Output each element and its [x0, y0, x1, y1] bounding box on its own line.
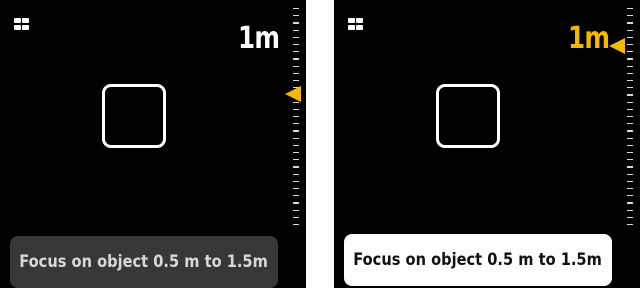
ruler-tick [293, 144, 299, 147]
ruler-tick [293, 29, 299, 31]
ruler-tick [293, 159, 299, 161]
ruler-tick [627, 209, 633, 211]
ruler-tick [627, 8, 633, 10]
ruler-tick [293, 216, 299, 219]
distance-ruler[interactable] [284, 0, 306, 288]
distance-label: 1m [567, 21, 610, 56]
triangle-left-icon[interactable] [609, 38, 625, 54]
ruler-tick [293, 173, 299, 175]
focus-hint-text: Focus on object 0.5 m to 1.5m [19, 252, 269, 272]
ruler-tick [627, 87, 633, 89]
grid-cell [14, 25, 21, 30]
triangle-left-icon[interactable] [285, 86, 301, 102]
ruler-tick [627, 173, 633, 175]
ruler-tick [627, 180, 633, 183]
ruler-tick [293, 130, 299, 132]
grid-cell [14, 18, 21, 23]
ruler-tick [627, 29, 633, 31]
ruler-tick [293, 51, 299, 53]
ruler-tick [293, 152, 299, 154]
comparison-stage: 1m Focus on object 0.5 m to 1.5m 1m Focu… [0, 0, 640, 288]
ruler-tick [293, 72, 299, 75]
focus-frame [102, 84, 166, 148]
ruler-tick [627, 15, 633, 17]
ruler-tick [627, 188, 633, 190]
ruler-tick [293, 65, 299, 67]
ruler-tick [627, 224, 633, 226]
ruler-tick [627, 94, 633, 96]
ruler-tick [293, 224, 299, 226]
grid-cell [22, 18, 29, 23]
ruler-tick [293, 58, 299, 60]
ruler-tick [293, 108, 299, 111]
ruler-tick [627, 22, 633, 24]
ruler-tick [627, 144, 633, 147]
grid-icon[interactable] [348, 18, 363, 30]
ruler-tick [627, 137, 633, 139]
ruler-tick [293, 36, 299, 39]
grid-cell [348, 18, 355, 23]
ruler-tick [293, 80, 299, 82]
ruler-tick [293, 166, 299, 168]
ruler-tick [293, 195, 299, 197]
ruler-tick [293, 8, 299, 10]
grid-cell [348, 25, 355, 30]
ruler-tick [627, 72, 633, 75]
ruler-tick [627, 51, 633, 53]
ruler-tick [293, 15, 299, 17]
distance-label: 1m [237, 21, 280, 56]
ruler-tick [293, 202, 299, 204]
grid-cell [356, 25, 363, 30]
ruler-tick [627, 159, 633, 161]
ruler-tick [627, 116, 633, 118]
grid-cell [22, 25, 29, 30]
focus-hint-banner: Focus on object 0.5 m to 1.5m [344, 234, 612, 286]
ruler-tick [627, 101, 633, 103]
focus-hint-text: Focus on object 0.5 m to 1.5m [353, 250, 603, 270]
ruler-tick [627, 130, 633, 132]
ruler-tick [293, 209, 299, 211]
ruler-tick [627, 216, 633, 219]
ruler-tick [627, 58, 633, 60]
grid-cell [356, 18, 363, 23]
ruler-tick [293, 22, 299, 24]
ruler-tick [627, 195, 633, 197]
ruler-tick [293, 44, 299, 46]
ruler-tick [627, 108, 633, 111]
ruler-tick [627, 44, 633, 46]
ruler-tick [627, 166, 633, 168]
ruler-tick [293, 116, 299, 118]
ruler-tick [293, 123, 299, 125]
ruler-tick [627, 65, 633, 67]
focus-frame [436, 84, 500, 148]
ruler-tick [627, 123, 633, 125]
ruler-tick [627, 152, 633, 154]
focus-hint-banner: Focus on object 0.5 m to 1.5m [10, 236, 278, 288]
camera-screen-inactive: 1m Focus on object 0.5 m to 1.5m [0, 0, 306, 288]
ruler-tick [627, 36, 633, 39]
camera-screen-active: 1m Focus on object 0.5 m to 1.5m [334, 0, 640, 288]
ruler-tick [627, 80, 633, 82]
ruler-tick [293, 188, 299, 190]
ruler-tick [293, 137, 299, 139]
grid-icon[interactable] [14, 18, 29, 30]
ruler-tick [293, 180, 299, 183]
ruler-tick [627, 202, 633, 204]
